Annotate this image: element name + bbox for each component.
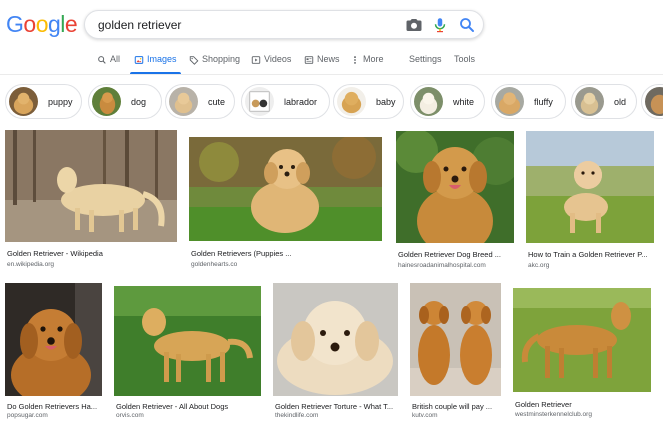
related-chips: puppy dog cute labrador baby white fluff… (5, 84, 663, 120)
image-result[interactable]: Golden Retriever - All About Dogs orvis.… (114, 286, 261, 421)
image-result[interactable]: British couple will pay ... kutv.com (410, 283, 501, 421)
result-source[interactable]: kutv.com (412, 412, 438, 419)
tab-news[interactable]: News (304, 50, 340, 74)
tab-videos[interactable]: Videos (251, 50, 291, 74)
chip-label: puppy (48, 96, 73, 107)
result-source[interactable]: westminsterkennelclub.org (515, 411, 592, 418)
logo-letter: g (47, 11, 61, 37)
result-thumbnail[interactable] (5, 283, 102, 396)
result-source[interactable]: goldenhearts.co (191, 261, 237, 268)
chip-thumbnail (414, 87, 443, 116)
play-icon (251, 56, 261, 64)
more-icon (354, 56, 356, 64)
result-thumbnail[interactable] (273, 283, 398, 396)
tab-images[interactable]: Images (130, 50, 180, 74)
result-thumbnail[interactable] (5, 130, 177, 242)
tab-label: Shopping (202, 54, 241, 64)
image-result[interactable]: Golden Retriever Torture - What T... the… (273, 283, 398, 421)
image-result[interactable]: Golden Retrievers (Puppies ... goldenhea… (189, 137, 382, 272)
chip-thumbnail (495, 87, 524, 116)
chip-thumbnail (9, 87, 38, 116)
chip-label: baby (376, 96, 396, 107)
tab-shopping[interactable]: Shopping (189, 50, 240, 74)
search-icon (98, 56, 106, 64)
result-title[interactable]: Golden Retriever Torture - What T... (275, 402, 393, 411)
chip-old[interactable]: old (571, 84, 637, 119)
result-title[interactable]: Golden Retriever - All About Dogs (116, 402, 228, 411)
chip-label: cute (208, 96, 226, 107)
tab-all[interactable]: All (97, 50, 120, 74)
tab-label: Tools (454, 54, 476, 64)
result-thumbnail[interactable] (396, 131, 514, 243)
tab-label: Images (147, 54, 177, 64)
chip-dog[interactable]: dog (88, 84, 162, 119)
chip-thumbnail (645, 87, 663, 116)
result-thumbnail[interactable] (410, 283, 501, 396)
microphone-icon[interactable] (431, 16, 449, 34)
result-source[interactable]: orvis.com (116, 412, 144, 419)
chip-baby[interactable]: baby (333, 84, 404, 119)
chip-label: labrador (284, 96, 318, 107)
tab-label: More (363, 54, 384, 64)
chip-more[interactable] (641, 84, 663, 119)
chip-fluffy[interactable]: fluffy (491, 84, 566, 119)
header-divider (0, 74, 663, 75)
result-title[interactable]: Golden Retriever Dog Breed ... (398, 250, 501, 259)
logo-letter: o (23, 11, 36, 37)
tab-label: All (110, 54, 121, 64)
image-result[interactable]: Golden Retriever - Wikipedia en.wikipedi… (5, 130, 177, 272)
chip-thumbnail (337, 87, 366, 116)
chip-thumbnail (575, 87, 604, 116)
chip-white[interactable]: white (410, 84, 485, 119)
chip-puppy[interactable]: puppy (5, 84, 82, 119)
tab-settings[interactable]: Settings (409, 50, 442, 74)
result-thumbnail[interactable] (189, 137, 382, 241)
chip-labrador[interactable]: labrador (241, 84, 330, 119)
camera-icon[interactable] (405, 16, 423, 34)
tag-icon (189, 56, 199, 65)
chip-label: dog (131, 96, 147, 107)
search-box[interactable]: golden retriever (84, 10, 484, 39)
newspaper-icon (304, 56, 314, 64)
result-source[interactable]: akc.org (528, 262, 549, 269)
image-result[interactable]: Golden Retriever Dog Breed ... hainesroa… (396, 131, 514, 272)
result-thumbnail[interactable] (114, 286, 261, 396)
result-thumbnail[interactable] (526, 131, 654, 243)
tab-label: News (317, 54, 340, 64)
logo-letter: e (64, 11, 78, 37)
result-title[interactable]: Golden Retriever (515, 400, 572, 409)
google-logo[interactable]: Google (6, 11, 78, 38)
tab-label: Videos (264, 54, 292, 64)
search-icon[interactable] (458, 16, 476, 34)
result-source[interactable]: en.wikipedia.org (7, 261, 54, 268)
chip-thumbnail (92, 87, 121, 116)
chip-label: fluffy (534, 96, 553, 107)
logo-letter: o (35, 11, 49, 37)
chip-label: white (453, 96, 475, 107)
image-result[interactable]: How to Train a Golden Retriever P... akc… (526, 131, 654, 272)
search-tabs: All Images Shopping Videos News More Set… (0, 50, 663, 74)
chip-thumbnail (169, 87, 198, 116)
tab-tools[interactable]: Tools (454, 50, 475, 74)
result-thumbnail[interactable] (513, 288, 651, 392)
result-source[interactable]: thekindlife.com (275, 412, 318, 419)
chip-thumbnail (245, 87, 274, 116)
tab-label: Settings (409, 54, 442, 64)
chip-label: old (614, 96, 627, 107)
result-source[interactable]: popsugar.com (7, 412, 48, 419)
image-result[interactable]: Do Golden Retrievers Ha... popsugar.com (5, 283, 102, 421)
search-input[interactable]: golden retriever (98, 18, 181, 32)
result-title[interactable]: Golden Retrievers (Puppies ... (191, 249, 291, 258)
chip-cute[interactable]: cute (165, 84, 235, 119)
result-title[interactable]: How to Train a Golden Retriever P... (528, 250, 648, 259)
image-result[interactable]: Golden Retriever westminsterkennelclub.o… (513, 288, 651, 421)
image-icon (134, 56, 144, 64)
result-source[interactable]: hainesroadanimalhospital.com (398, 262, 486, 269)
tab-more[interactable]: More (350, 50, 384, 74)
result-title[interactable]: Do Golden Retrievers Ha... (7, 402, 97, 411)
result-title[interactable]: British couple will pay ... (412, 402, 492, 411)
result-title[interactable]: Golden Retriever - Wikipedia (7, 249, 103, 258)
logo-letter: G (6, 11, 24, 37)
